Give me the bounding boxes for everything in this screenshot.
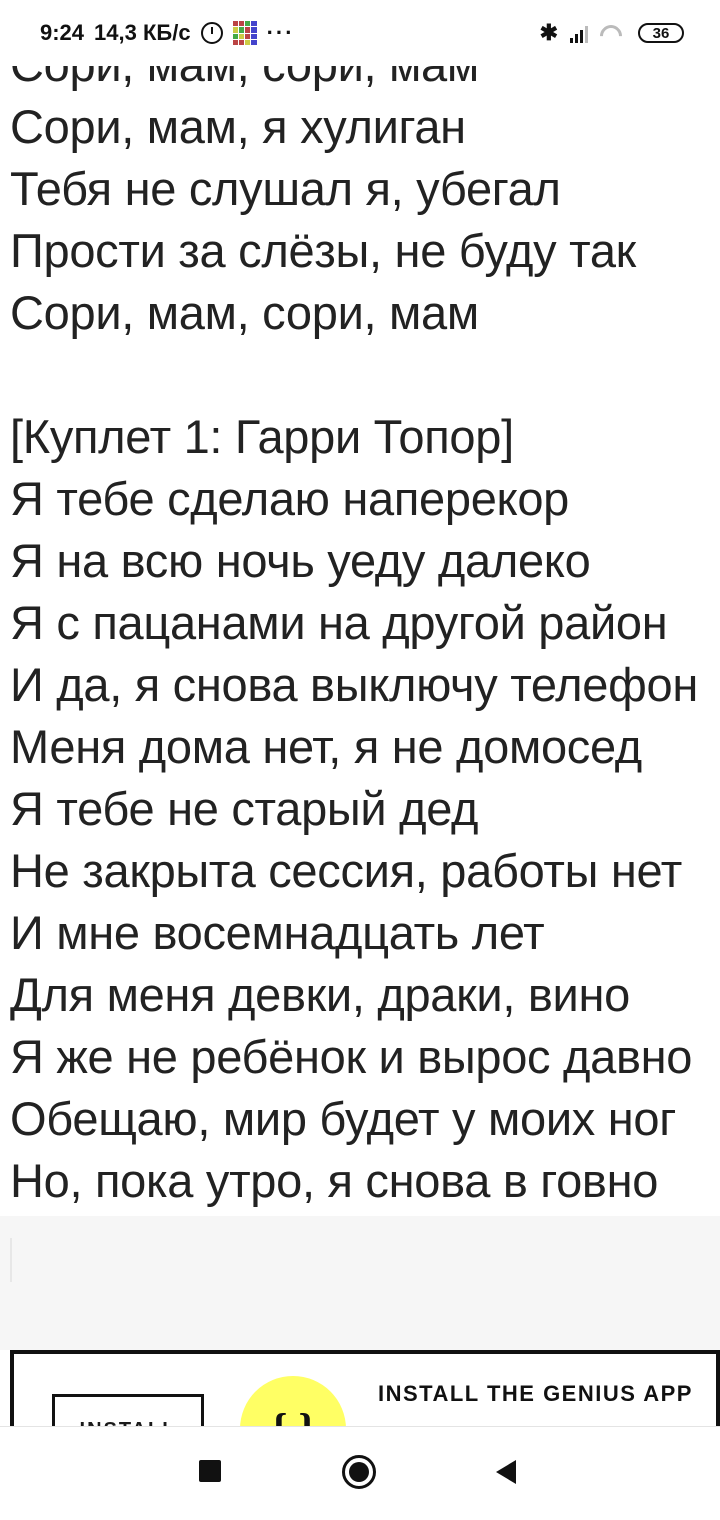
- lyric-line[interactable]: Меня дома нет, я не домосед: [10, 716, 720, 778]
- lyric-line[interactable]: Я тебе сделаю наперекор: [10, 468, 720, 530]
- status-right: ✱ 36: [540, 20, 684, 46]
- stanza-gap: [10, 344, 720, 406]
- home-icon[interactable]: [342, 1455, 376, 1489]
- more-notifications-indicator: ···: [266, 20, 295, 45]
- lyric-line[interactable]: Для меня девки, драки, вино: [10, 964, 720, 1026]
- lyric-line[interactable]: Сори, мам, я хулиган: [10, 96, 720, 158]
- alarm-icon: [200, 22, 223, 44]
- battery-level: 36: [652, 24, 670, 42]
- bluetooth-icon: ✱: [539, 20, 558, 45]
- lyric-line[interactable]: Я тебе не старый дед: [10, 778, 720, 840]
- status-left: 9:24 14,3 КБ/с ···: [40, 20, 295, 46]
- system-nav-bar: [0, 1426, 720, 1520]
- lyric-line[interactable]: Обещаю, мир будет у моих ног: [10, 1088, 720, 1150]
- lyric-line[interactable]: Я на всю ночь уеду далеко: [10, 530, 720, 592]
- lyric-line[interactable]: Сори, мам, сори, мам: [10, 282, 720, 344]
- ad-placeholder-band: [0, 1216, 720, 1350]
- lyric-line[interactable]: Но, пока утро, я снова в говно: [10, 1150, 720, 1212]
- battery-icon: 36: [638, 23, 684, 43]
- lyric-line[interactable]: И мне восемнадцать лет: [10, 902, 720, 964]
- ad-placeholder-mark: [10, 1238, 12, 1282]
- section-header: [Куплет 1: Гарри Топор]: [10, 410, 514, 463]
- lyric-line[interactable]: Я с пацанами на другой район: [10, 592, 720, 654]
- status-bar: 9:24 14,3 КБ/с ··· ✱ 36: [0, 0, 720, 66]
- lyric-line[interactable]: Тебя не слушал я, убегал: [10, 158, 720, 220]
- promo-title: INSTALL THE GENIUS APP: [378, 1381, 693, 1406]
- lyric-line[interactable]: И да, я снова выключу телефон: [10, 654, 720, 716]
- signal-icon: [570, 23, 588, 43]
- status-time: 9:24: [40, 20, 85, 45]
- lyric-line[interactable]: Я же не ребёнок и вырос давно: [10, 1026, 720, 1088]
- network-speed: 14,3 КБ/с: [94, 20, 191, 45]
- lyric-line[interactable]: Не закрыта сессия, работы нет: [10, 840, 720, 902]
- wifi-icon: [600, 23, 626, 43]
- lyric-line[interactable]: Прости за слёзы, не буду так: [10, 220, 720, 282]
- back-icon[interactable]: [496, 1460, 516, 1484]
- lyrics-body: Сори, мам, сори, мам Сори, мам, я хулига…: [10, 34, 720, 1212]
- recents-icon[interactable]: [199, 1460, 221, 1482]
- app-notification-icon: [232, 21, 257, 45]
